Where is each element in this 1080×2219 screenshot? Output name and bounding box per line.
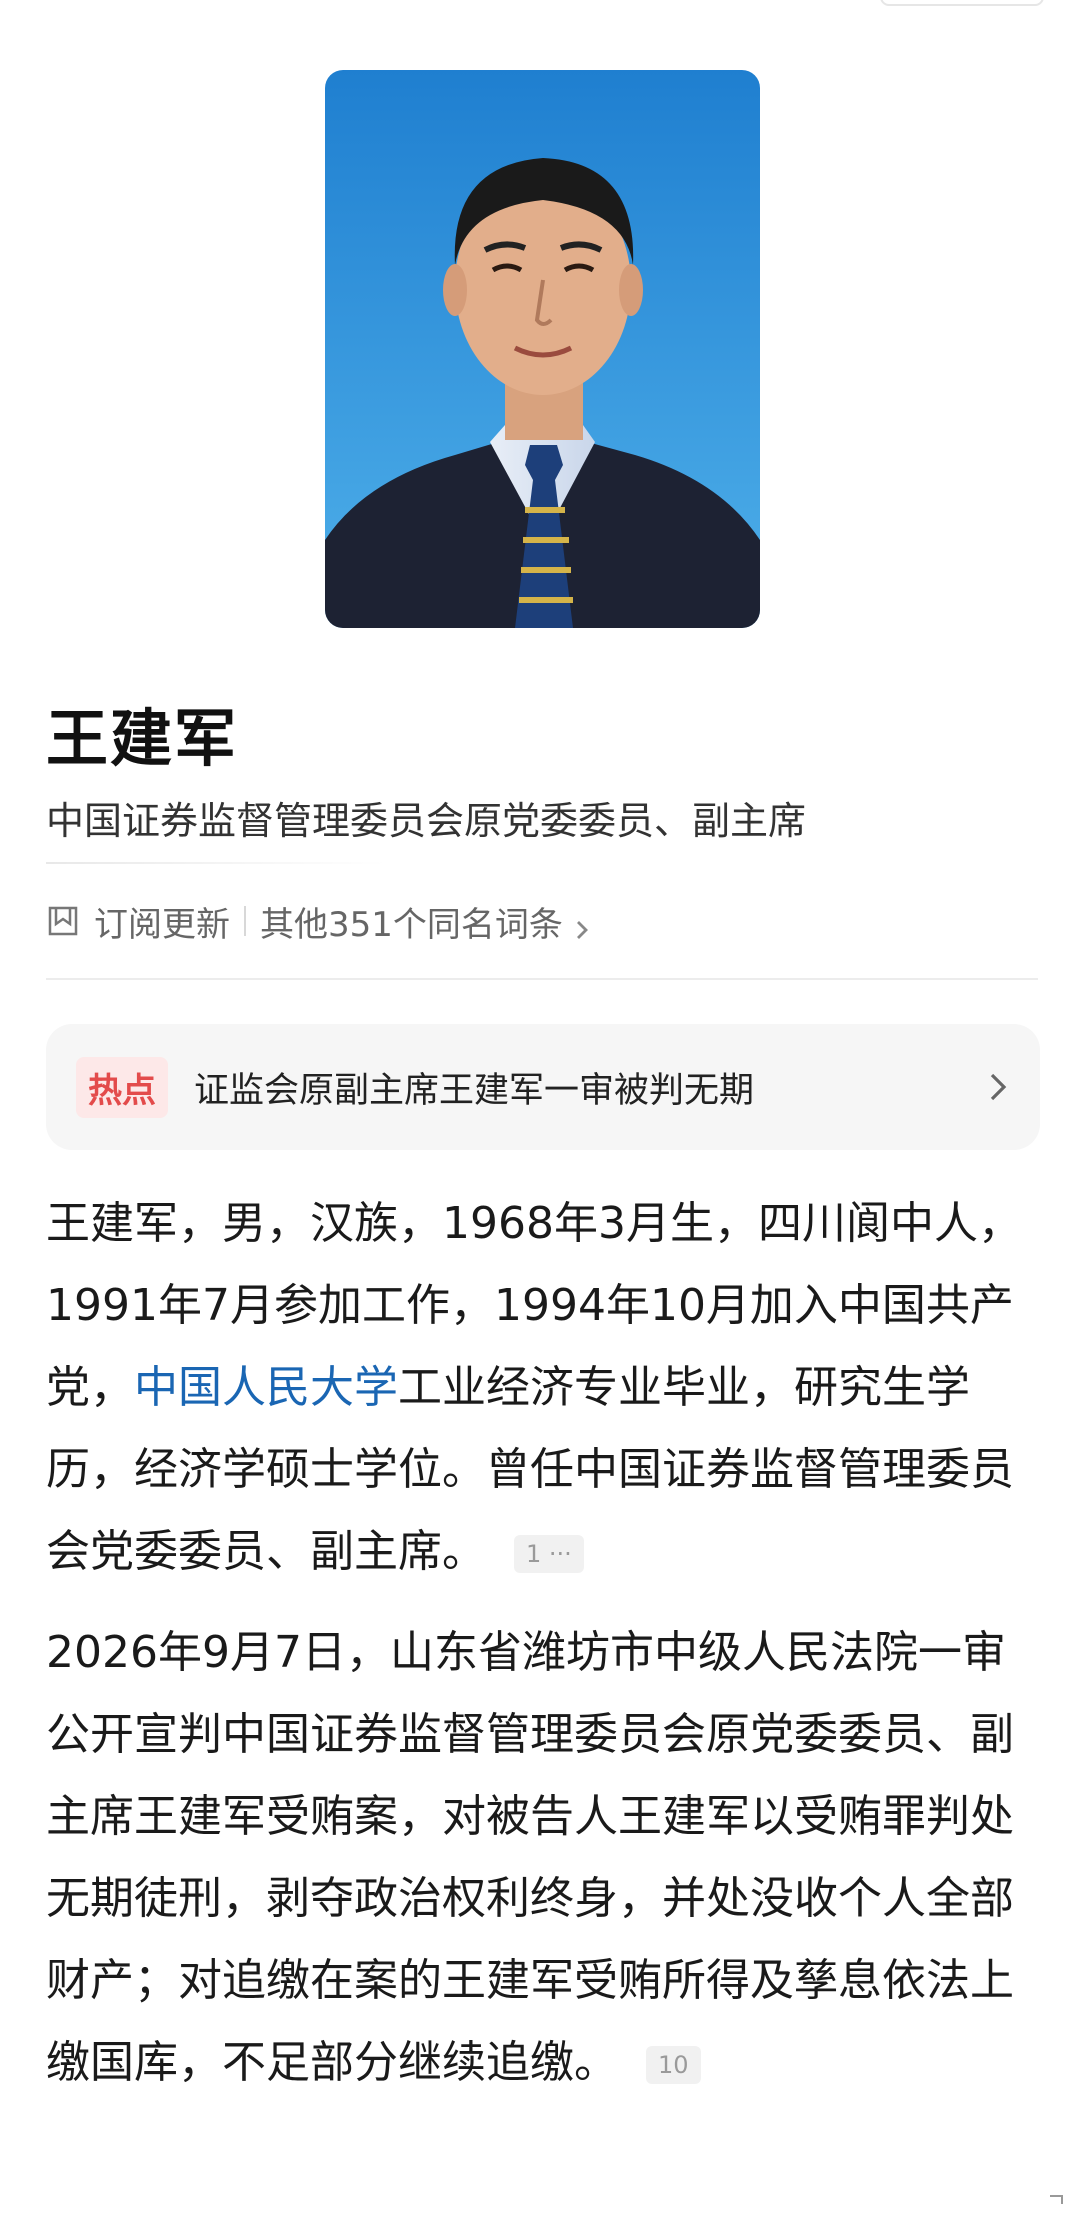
- page-title: 王建军: [46, 702, 239, 775]
- portrait-photo: [325, 70, 760, 628]
- entry-actions: 订阅更新 其他351个同名词条: [46, 896, 593, 946]
- university-link[interactable]: 中国人民大学: [134, 1362, 398, 1413]
- citation-badge[interactable]: 10: [646, 2046, 701, 2084]
- verdict-paragraph: 2026年9月7日，山东省潍坊市中级人民法院一审公开宣判中国证券监督管理委员会原…: [46, 1612, 1046, 2104]
- hot-headline: 证监会原副主席王建军一审被判无期: [194, 1070, 755, 1111]
- chevron-right-icon: [984, 1069, 1012, 1105]
- hot-news-card[interactable]: 热点 证监会原副主席王建军一审被判无期: [46, 1024, 1040, 1150]
- divider: [46, 862, 386, 864]
- entry-subtitle: 中国证券监督管理委员会原党委委员、副主席: [46, 799, 807, 843]
- verdict-text: 2026年9月7日，山东省潍坊市中级人民法院一审公开宣判中国证券监督管理委员会原…: [46, 1627, 1014, 2088]
- same-name-entries-link[interactable]: 其他351个同名词条: [260, 897, 563, 946]
- hot-badge: 热点: [76, 1056, 168, 1118]
- divider: [244, 906, 246, 936]
- chevron-right-icon: [571, 910, 593, 939]
- corner-mark-icon: [1046, 2186, 1066, 2206]
- divider: [46, 978, 1038, 980]
- bio-paragraph: 王建军，男，汉族，1968年3月生，四川阆中人，1991年7月参加工作，1994…: [46, 1183, 1046, 1593]
- top-pill-button[interactable]: [880, 0, 1044, 6]
- citation-badge[interactable]: 1 ···: [514, 1535, 584, 1573]
- bookmark-icon[interactable]: [46, 904, 80, 938]
- subscribe-link[interactable]: 订阅更新: [94, 897, 230, 946]
